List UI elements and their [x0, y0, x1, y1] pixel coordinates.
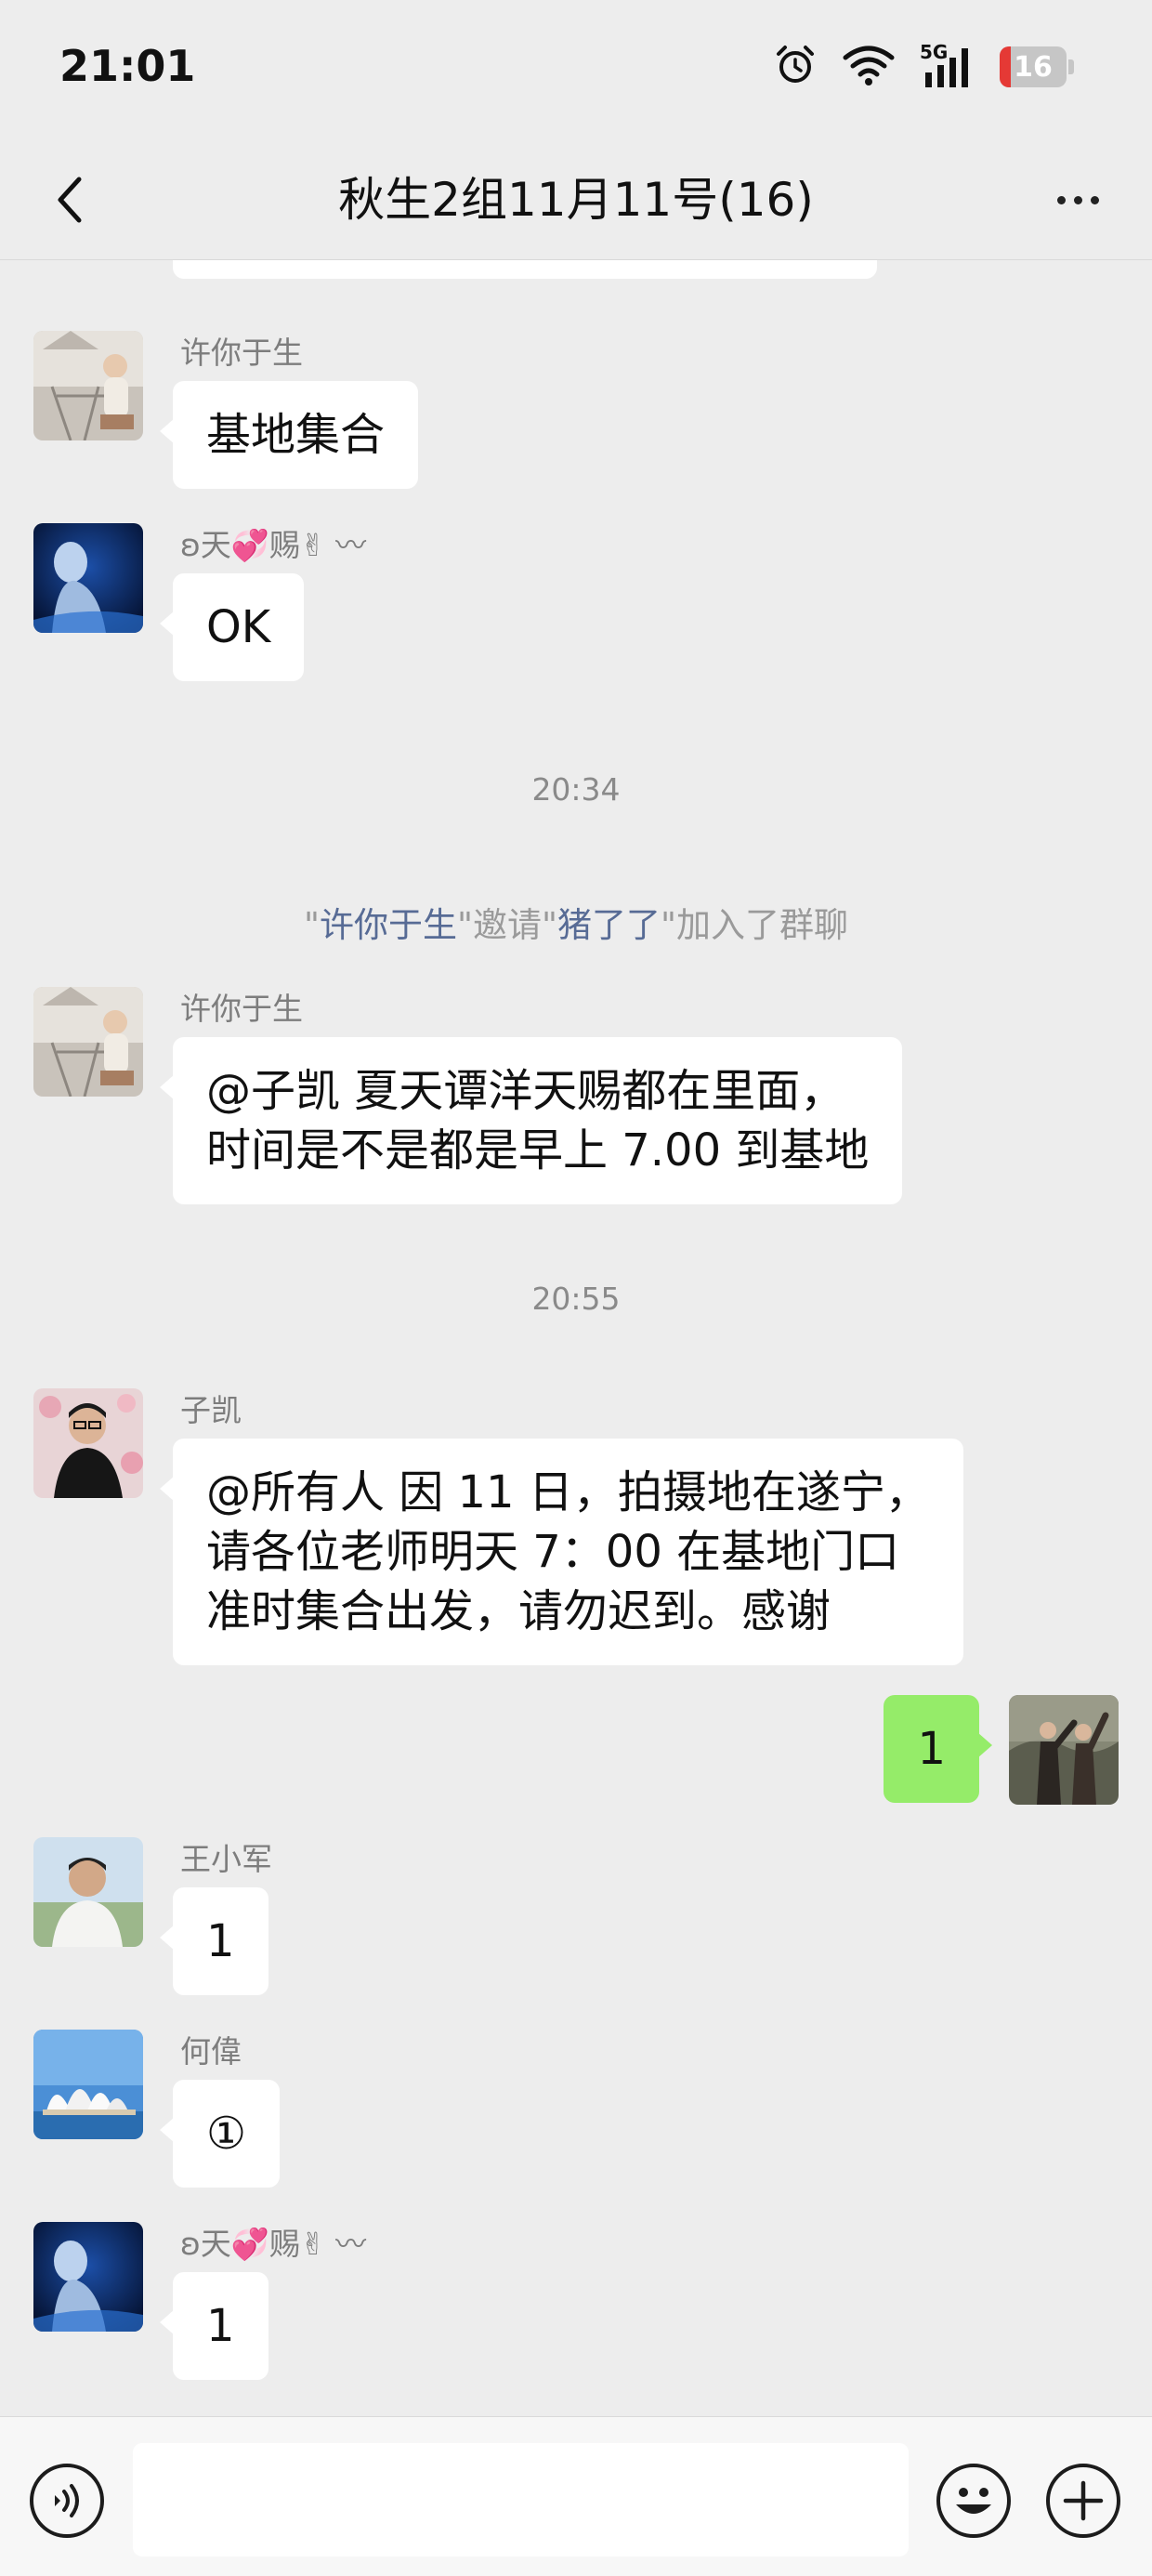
sender-name: 何偉 [180, 2033, 242, 2070]
sender-name: 王小军 [180, 1841, 272, 1877]
more-functions-button[interactable] [1046, 2464, 1120, 2538]
chat-header: 秋生2组11月11号(16) [0, 139, 1152, 260]
message-list[interactable]: 许你于生 基地集合 ʚ天💞赐✌ 〰 OK 20:34 "许你于生"邀请"猪了了"… [0, 260, 1152, 2416]
message-bubble[interactable]: 1 [160, 2272, 268, 2380]
message-input[interactable] [133, 2443, 909, 2556]
invitee-link[interactable]: 猪了了 [557, 905, 661, 945]
message-bubble[interactable]: @子凯 夏天谭洋天赐都在里面， 时间是不是都是早上 7.00 到基地 [159, 1037, 903, 1204]
more-dot-icon [1090, 195, 1099, 204]
status-icons: 5G 16 [773, 41, 1074, 91]
message-line: @所有人 因 11 日，拍摄地在遂宁， [206, 1466, 930, 1518]
avatar[interactable] [33, 987, 143, 1097]
message-line: @子凯 夏天谭洋天赐都在里面， [206, 1065, 845, 1117]
message-bubble-self[interactable]: 1 [884, 1695, 992, 1803]
avatar[interactable] [33, 523, 143, 633]
sender-name: 许你于生 [180, 991, 303, 1027]
message-line: 时间是不是都是早上 7.00 到基地 [206, 1124, 870, 1176]
avatar[interactable] [33, 2222, 143, 2332]
more-options-button[interactable] [1041, 167, 1115, 232]
input-bar [0, 2416, 1152, 2576]
message-bubble[interactable]: 基地集合 [159, 381, 419, 489]
message-bubble-partial[interactable] [173, 260, 877, 279]
sender-name: ʚ天💞赐✌ 〰 [180, 2226, 367, 2262]
sender-name: 子凯 [180, 1392, 242, 1428]
message-bubble[interactable]: @所有人 因 11 日，拍摄地在遂宁， 请各位老师明天 7：00 在基地门口 准… [160, 1439, 963, 1665]
more-dot-icon [1056, 195, 1066, 204]
avatar[interactable] [33, 331, 143, 440]
message-bubble[interactable]: 1 [160, 1887, 268, 1995]
message-bubble[interactable]: OK [159, 573, 305, 681]
alarm-icon [773, 43, 818, 91]
chat-title: 秋生2组11月11号(16) [338, 173, 814, 227]
avatar[interactable] [33, 1837, 143, 1947]
status-time: 21:01 [59, 41, 196, 91]
sender-name: ʚ天💞赐✌ 〰 [180, 527, 367, 563]
message-item-self: 1 [33, 1695, 1119, 1805]
cellular-signal-icon: 5G [920, 41, 975, 89]
more-dot-icon [1073, 195, 1082, 204]
status-bar: 21:01 5G 16 [0, 0, 1152, 139]
avatar[interactable] [1009, 1695, 1119, 1805]
emoji-icon [956, 2488, 991, 2514]
plus-icon [1063, 2480, 1104, 2521]
timestamp: 20:34 [531, 771, 621, 808]
message-line: 请各位老师明天 7：00 在基地门口 [206, 1526, 900, 1578]
message-bubble[interactable]: ① [159, 2080, 281, 2188]
voice-icon [55, 2484, 79, 2517]
inviter-link[interactable]: 许你于生 [320, 905, 457, 945]
timestamp: 20:55 [531, 1281, 621, 1317]
emoji-button[interactable] [936, 2464, 1011, 2538]
battery-level: 16 [1014, 50, 1053, 84]
battery-icon: 16 [1000, 46, 1067, 87]
voice-input-button[interactable] [30, 2464, 104, 2538]
wifi-icon [842, 45, 896, 89]
sender-name: 许你于生 [180, 335, 303, 371]
avatar[interactable] [33, 2030, 143, 2139]
avatar[interactable] [33, 1388, 143, 1498]
message-line: 准时集合出发，请勿迟到。感谢 [206, 1585, 831, 1637]
system-message: "许你于生"邀请"猪了了"加入了群聊 [303, 905, 849, 945]
